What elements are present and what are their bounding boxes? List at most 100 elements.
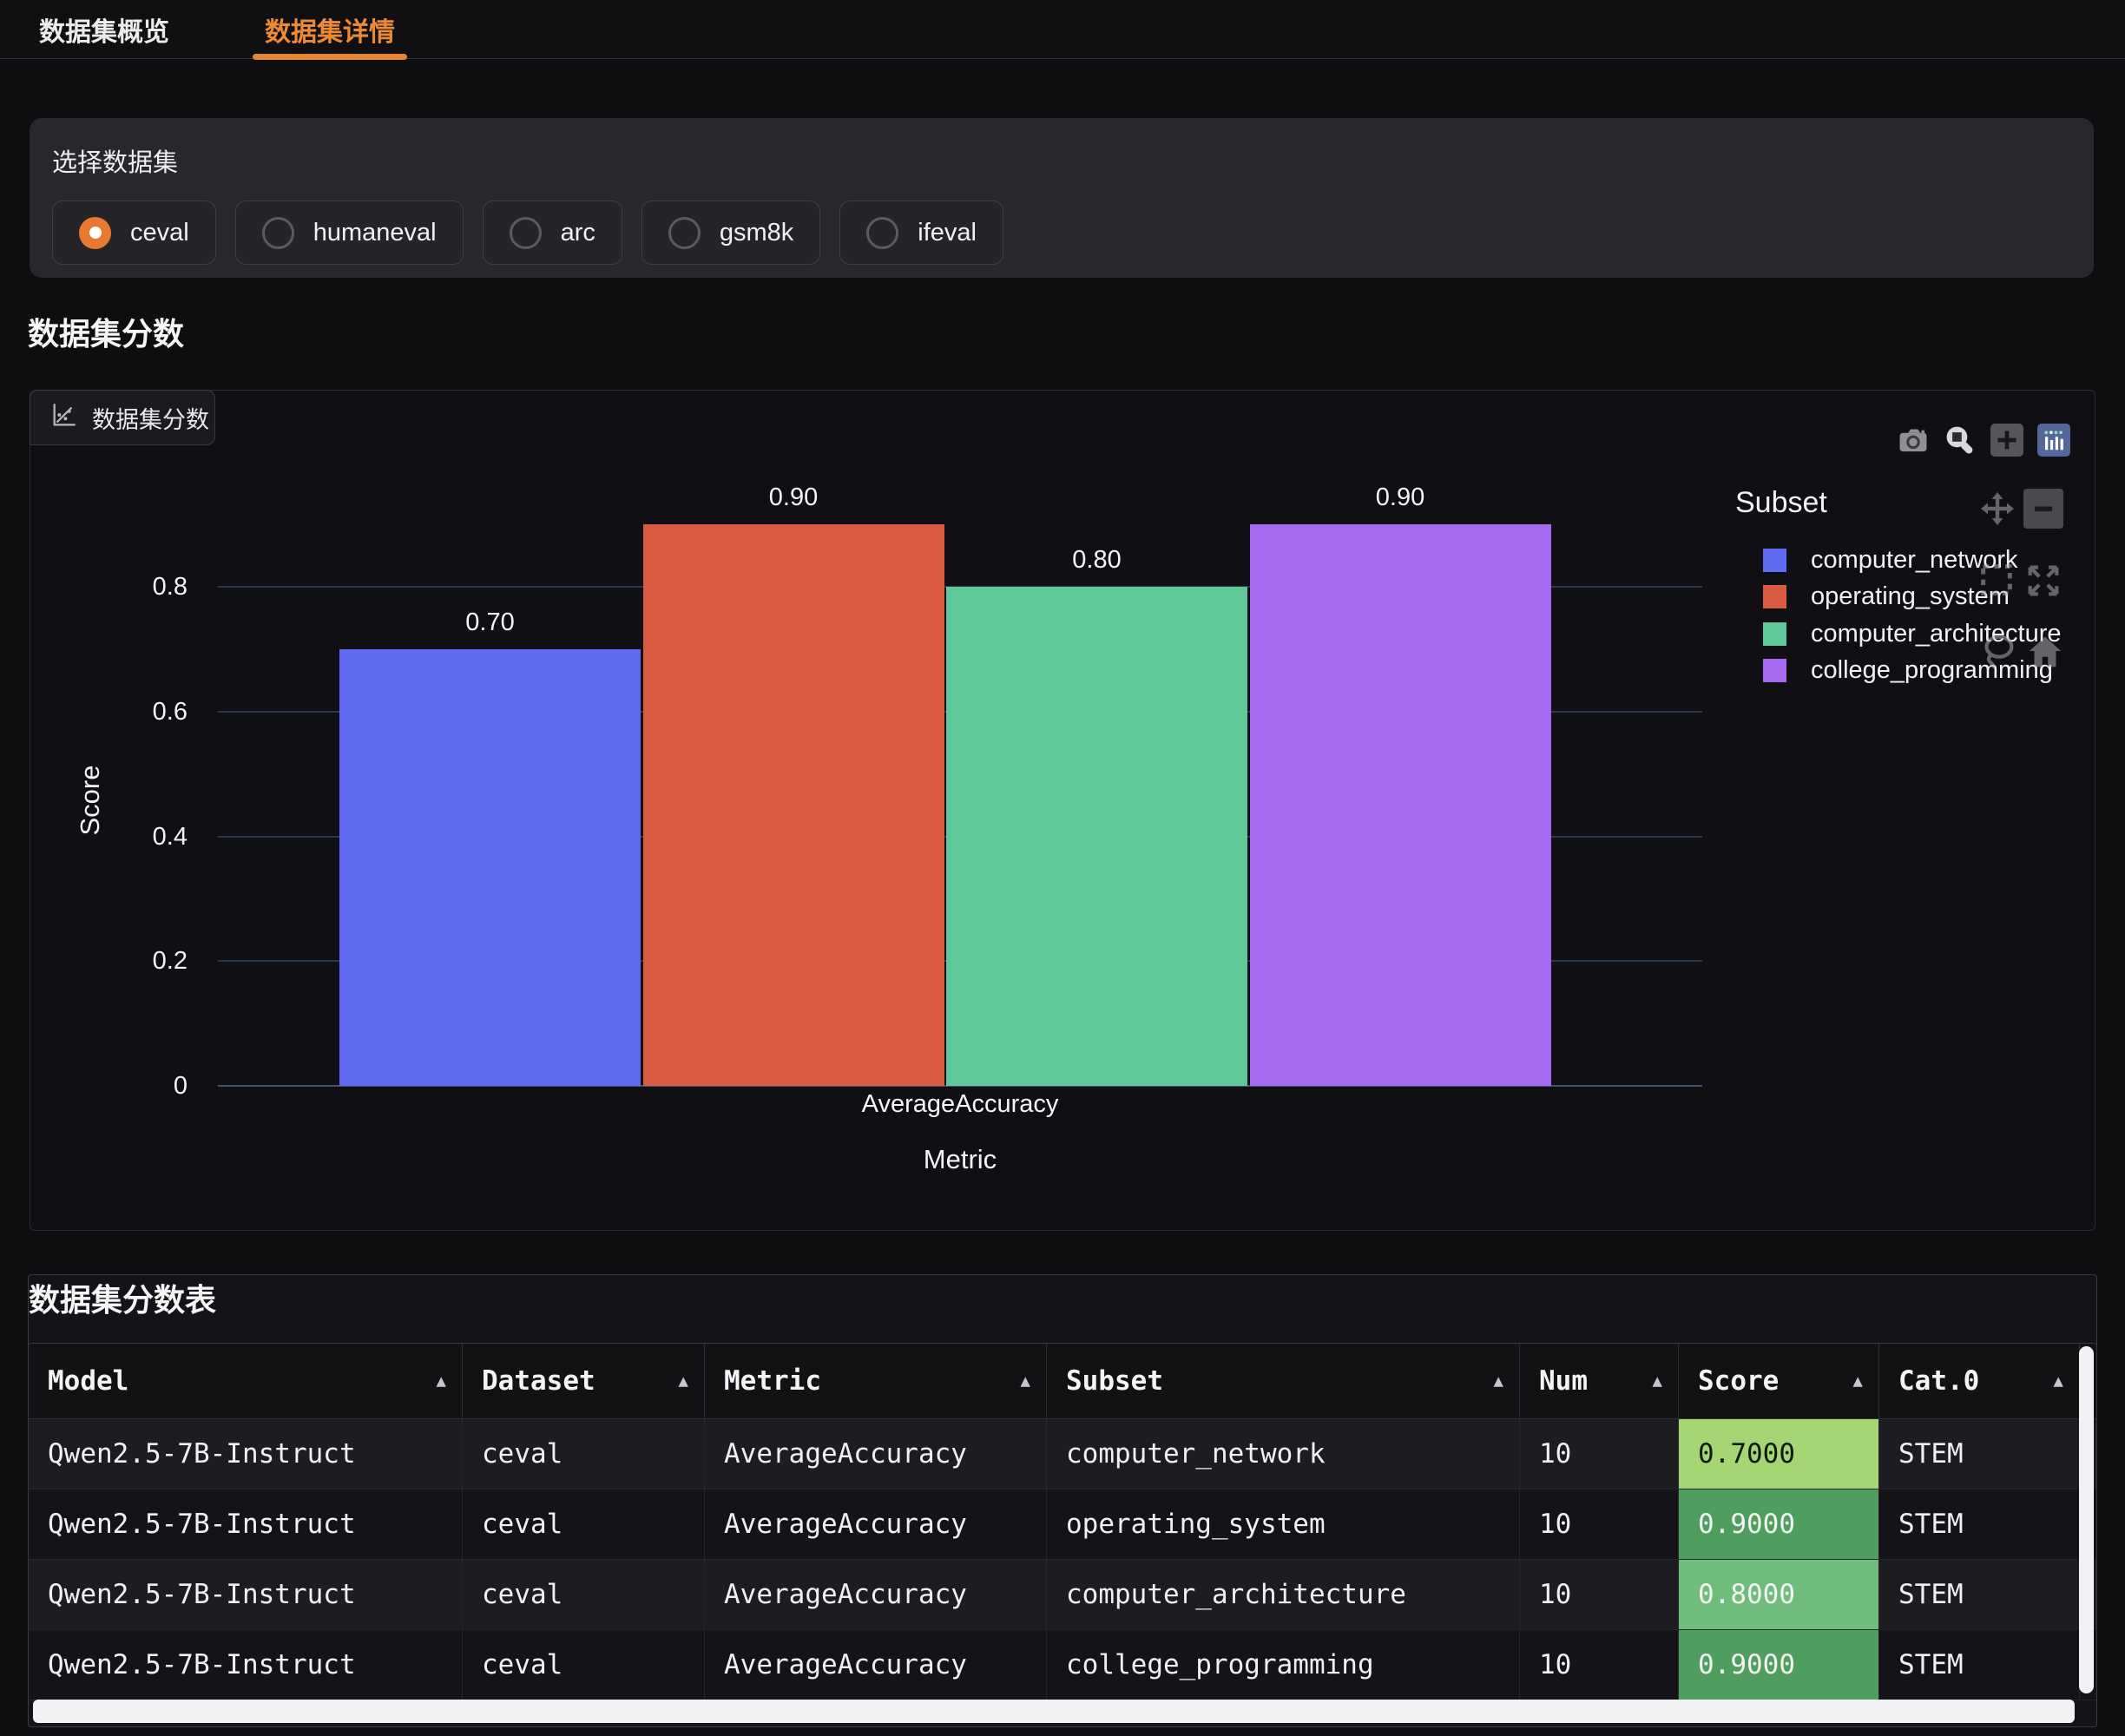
legend-swatch [1763, 585, 1786, 608]
table-row: Qwen2.5-7B-InstructcevalAverageAccuracyc… [29, 1630, 2096, 1700]
tab-dataset-overview[interactable]: 数据集概览 [39, 0, 169, 59]
legend-swatch [1763, 549, 1786, 572]
cell-score: 0.9000 [1679, 1630, 1879, 1700]
column-header-label: Model [48, 1365, 128, 1397]
cell-metric: AverageAccuracy [705, 1630, 1047, 1700]
camera-icon[interactable] [1897, 424, 1930, 457]
cell-model: Qwen2.5-7B-Instruct [29, 1489, 463, 1559]
column-header-label: Subset [1066, 1365, 1163, 1397]
cell-num: 10 [1520, 1560, 1679, 1629]
cell-cat: STEM [1879, 1560, 2080, 1629]
cell-subset: computer_architecture [1047, 1560, 1520, 1629]
cell-subset: computer_network [1047, 1419, 1520, 1489]
cell-score: 0.8000 [1679, 1560, 1879, 1629]
table-body: Qwen2.5-7B-InstructcevalAverageAccuracyc… [29, 1419, 2096, 1700]
radio-circle-icon [866, 217, 898, 249]
column-header-num[interactable]: Num▲ [1520, 1344, 1679, 1418]
cell-cat: STEM [1879, 1419, 2080, 1489]
sort-ascending-icon[interactable]: ▲ [679, 1371, 688, 1391]
pan-icon[interactable] [1977, 488, 2018, 534]
dataset-radio-group: ceval humaneval arc gsm8k ifeval [52, 201, 2071, 265]
chart-section-title: 数据集分数 [28, 309, 184, 354]
sort-ascending-icon[interactable]: ▲ [1853, 1371, 1863, 1391]
lasso-icon[interactable] [1978, 630, 2018, 674]
box-select-icon[interactable] [1977, 560, 2016, 604]
bar-operating_system[interactable] [643, 524, 944, 1086]
scatter-chart-icon [49, 400, 79, 436]
bar-college_programming[interactable] [1250, 524, 1551, 1086]
bar-value-label: 0.70 [339, 608, 641, 637]
zoom-icon[interactable] [1944, 424, 1977, 457]
x-axis-title: Metric [218, 1144, 1702, 1175]
column-header-label: Dataset [482, 1365, 595, 1397]
reset-home-icon[interactable] [2025, 632, 2065, 676]
plot-toolbar [1897, 424, 2070, 457]
column-header-dataset[interactable]: Dataset ▲ [463, 1344, 705, 1418]
legend-item-operating_system[interactable]: operating_system [1763, 581, 2010, 614]
cell-subset: college_programming [1047, 1630, 1520, 1700]
sort-ascending-icon[interactable]: ▲ [437, 1371, 446, 1391]
radio-option-ceval[interactable]: ceval [52, 201, 216, 265]
panel-grid-icon[interactable] [2037, 424, 2070, 457]
chart-panel-tab[interactable]: 数据集分数 [30, 390, 215, 445]
column-header-label: Cat.0 [1898, 1365, 1979, 1397]
radio-option-label: ceval [130, 219, 189, 247]
cell-score: 0.9000 [1679, 1489, 1879, 1559]
tab-bar: 数据集概览 数据集详情 [0, 0, 2125, 59]
cell-score: 0.7000 [1679, 1419, 1879, 1489]
add-icon[interactable] [1990, 424, 2023, 457]
cell-num: 10 [1520, 1419, 1679, 1489]
vertical-scrollbar[interactable] [2079, 1346, 2094, 1693]
column-header-subset[interactable]: Subset ▲ [1047, 1344, 1520, 1418]
y-tick-label: 0.6 [109, 695, 188, 728]
radio-circle-icon [262, 217, 294, 249]
table-header-row: Model▲Dataset▲Metric▲Subset▲Num▲Score▲Ca… [29, 1344, 2096, 1419]
y-tick-label: 0 [109, 1069, 188, 1102]
cell-metric: AverageAccuracy [705, 1560, 1047, 1629]
radio-option-label: ifeval [918, 219, 977, 247]
bar-value-label: 0.90 [1250, 483, 1551, 512]
cell-metric: AverageAccuracy [705, 1419, 1047, 1489]
cell-dataset: ceval [463, 1560, 705, 1629]
dataset-selector-panel: 选择数据集 ceval humaneval arc gsm8k ifeval [30, 118, 2094, 278]
horizontal-scrollbar[interactable] [33, 1700, 2075, 1723]
cell-model: Qwen2.5-7B-Instruct [29, 1560, 463, 1629]
legend-label: computer_architecture [1811, 620, 2062, 648]
cell-subset: operating_system [1047, 1489, 1520, 1559]
zoom-out-icon[interactable] [2023, 489, 2063, 529]
autoscale-icon[interactable] [2023, 561, 2063, 605]
cell-model: Qwen2.5-7B-Instruct [29, 1419, 463, 1489]
y-tick-label: 0.8 [109, 570, 188, 603]
sort-ascending-icon[interactable]: ▲ [1021, 1371, 1030, 1391]
column-header-score[interactable]: Score ▲ [1679, 1344, 1879, 1418]
cell-dataset: ceval [463, 1630, 705, 1700]
sort-ascending-icon[interactable]: ▲ [1653, 1371, 1662, 1391]
legend-swatch [1763, 622, 1786, 646]
radio-option-gsm8k[interactable]: gsm8k [641, 201, 820, 265]
bar-computer_architecture[interactable] [946, 587, 1247, 1086]
radio-option-label: humaneval [313, 219, 437, 247]
score-value: 0.8000 [1679, 1560, 1878, 1629]
column-header-metric[interactable]: Metric▲ [705, 1344, 1047, 1418]
cell-dataset: ceval [463, 1489, 705, 1559]
bar-value-label: 0.90 [643, 483, 944, 512]
radio-option-ifeval[interactable]: ifeval [839, 201, 1003, 265]
sort-ascending-icon[interactable]: ▲ [2054, 1371, 2063, 1391]
scores-table: Model▲Dataset▲Metric▲Subset▲Num▲Score▲Ca… [28, 1343, 2097, 1727]
tab-dataset-details[interactable]: 数据集详情 [265, 0, 395, 59]
column-header-label: Score [1698, 1365, 1779, 1397]
cell-num: 10 [1520, 1489, 1679, 1559]
radio-option-label: gsm8k [720, 219, 793, 247]
x-axis-tick-label: AverageAccuracy [218, 1090, 1702, 1119]
dataset-selector-label: 选择数据集 [52, 142, 2071, 179]
radio-option-humaneval[interactable]: humaneval [235, 201, 464, 265]
table-row: Qwen2.5-7B-InstructcevalAverageAccuracyc… [29, 1419, 2096, 1489]
legend-swatch [1763, 659, 1786, 682]
bar-computer_network[interactable] [339, 649, 641, 1086]
sort-ascending-icon[interactable]: ▲ [1494, 1371, 1503, 1391]
radio-option-arc[interactable]: arc [483, 201, 622, 265]
cell-dataset: ceval [463, 1419, 705, 1489]
y-tick-label: 0.4 [109, 820, 188, 853]
column-header-cat0[interactable]: Cat.0 ▲ [1879, 1344, 2080, 1418]
column-header-model[interactable]: Model ▲ [29, 1344, 463, 1418]
